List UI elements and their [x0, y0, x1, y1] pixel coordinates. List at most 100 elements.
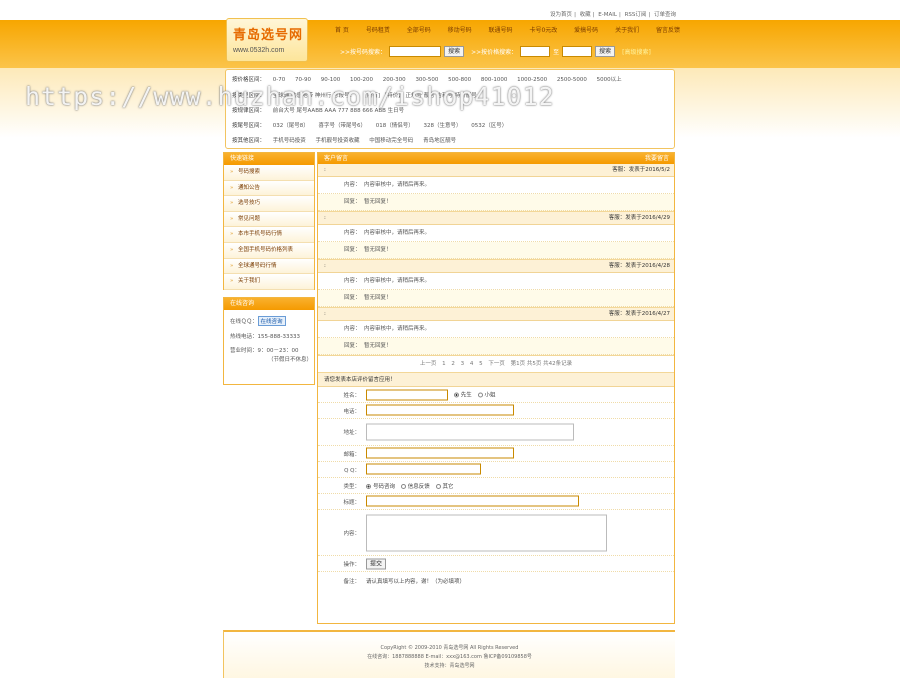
- form-row-address: 地址：: [318, 419, 674, 446]
- qq-input[interactable]: [366, 463, 481, 474]
- filter-tail-item[interactable]: 喜字号（带尾号6）: [319, 123, 367, 129]
- filter-other-item[interactable]: 青岛地区靓号: [423, 138, 456, 144]
- reply-text: 暂无回复！: [364, 295, 392, 301]
- write-message-link[interactable]: 我要留言: [645, 153, 669, 164]
- nav-feedback[interactable]: 留言反馈: [656, 25, 680, 34]
- content-control: [366, 514, 607, 551]
- radio-type-other[interactable]: [435, 483, 441, 489]
- filter-price-item[interactable]: 2500-5000: [557, 77, 587, 83]
- nav-card[interactable]: 卡号0元改: [529, 25, 557, 34]
- filter-other-item[interactable]: 手机靓号投资收藏: [316, 138, 360, 144]
- filter-tail-item[interactable]: 032（尾号8）: [273, 123, 309, 129]
- phone-control: [366, 404, 514, 417]
- radio-type-feedback[interactable]: [400, 483, 406, 489]
- reply-text: 暂无回复！: [364, 343, 392, 349]
- link-rss[interactable]: RSS订阅: [625, 12, 647, 18]
- form-row-name: 姓名： 先生 小姐: [318, 387, 674, 403]
- form-row-qq: Q Q：: [318, 462, 674, 478]
- site-logo[interactable]: 青岛选号网 www.0532h.com: [226, 18, 308, 62]
- message-header: : 客服：发表于2016/5/2: [318, 164, 674, 177]
- reply-text: 暂无回复！: [364, 199, 392, 205]
- search-number-button[interactable]: 搜索: [444, 45, 465, 57]
- search-number-label: >>按号码搜索：: [340, 48, 387, 56]
- nav-about[interactable]: 关于我们: [615, 25, 639, 34]
- form-row-phone: 电话：: [318, 403, 674, 419]
- search-price-button[interactable]: 搜索: [595, 45, 616, 57]
- contact-title: 在线咨询: [224, 298, 314, 310]
- side-item-about[interactable]: 关于我们: [224, 274, 314, 290]
- filter-tail-item[interactable]: 018（情侣号）: [376, 123, 414, 129]
- message-date: 客服：发表于2016/4/29: [608, 215, 670, 221]
- submit-button[interactable]: 提交: [366, 558, 387, 569]
- nav-unicom[interactable]: 联通号码: [489, 25, 513, 34]
- nav-all[interactable]: 全部号码: [407, 25, 431, 34]
- filter-tail-item[interactable]: 328（生意号）: [424, 123, 462, 129]
- action-control: 提交: [366, 558, 387, 569]
- page-number[interactable]: 5: [479, 361, 483, 367]
- qq-chat-button[interactable]: 在线咨询: [257, 316, 286, 326]
- side-item-global-prices[interactable]: 全球通号码行情: [224, 258, 314, 275]
- search-number-input[interactable]: [389, 45, 442, 57]
- filter-tail-item[interactable]: 0532（区号）: [471, 123, 507, 129]
- logo-title: 青岛选号网: [233, 28, 304, 43]
- nav-rent[interactable]: 号码租赁: [366, 25, 390, 34]
- side-item-notice[interactable]: 通知公告: [224, 180, 314, 197]
- name-input[interactable]: [366, 389, 448, 400]
- email-input[interactable]: [366, 447, 514, 458]
- page-number[interactable]: 2: [451, 361, 455, 367]
- nav-mobile[interactable]: 移动号码: [448, 25, 472, 34]
- message-item: : 客服：发表于2016/4/28 内容： 内容审核中，请稍后再来。 回复： 暂无…: [318, 260, 674, 308]
- content-text: 内容审核中，请稍后再来。: [364, 326, 431, 332]
- name-control: 先生 小姐: [366, 389, 496, 400]
- nav-home[interactable]: 首 页: [335, 25, 349, 34]
- page-next[interactable]: 下一页: [488, 361, 505, 367]
- filter-price-item[interactable]: 5000以上: [597, 77, 622, 83]
- side-item-local-prices[interactable]: 本市手机号码行情: [224, 227, 314, 243]
- filter-other-item[interactable]: 中国移动完全号码: [369, 138, 413, 144]
- page-number[interactable]: 1: [442, 361, 446, 367]
- link-order[interactable]: 订单查询: [654, 12, 676, 18]
- content-textarea[interactable]: [366, 514, 607, 551]
- link-email[interactable]: E-MAIL: [598, 12, 617, 18]
- phone-input[interactable]: [366, 404, 514, 415]
- address-label: 地址：: [343, 430, 360, 436]
- nav-special[interactable]: 爱搞号码: [574, 25, 598, 34]
- phone-number: 155-888-33333: [257, 334, 300, 340]
- price-to-label: 至: [553, 48, 560, 56]
- price-max-input[interactable]: [562, 45, 593, 57]
- page-number[interactable]: 4: [470, 361, 474, 367]
- radio-type-number[interactable]: [366, 483, 371, 489]
- subject-input[interactable]: [366, 495, 579, 506]
- form-row-action: 操作： 提交: [318, 556, 674, 572]
- filter-other-item[interactable]: 手机号码投资: [273, 138, 306, 144]
- link-homepage[interactable]: 设为首页: [550, 12, 572, 18]
- watermark: https://www.huzhan.com/ishop41012: [25, 82, 555, 111]
- female-label: 小姐: [484, 392, 496, 398]
- message-item: : 客服：发表于2016/4/27 内容： 内容审核中，请稍后再来。 回复： 暂无…: [318, 308, 674, 356]
- note-control: 请认真填写以上内容，谢！（为必填项）: [366, 577, 465, 585]
- phone-field-label: 电话：: [343, 408, 360, 415]
- qq-control: [366, 463, 481, 476]
- footer-contact: 在线咨询：1887888888 E-mail：xxx@163.com 鲁ICP备…: [367, 654, 532, 660]
- radio-female[interactable]: [477, 392, 483, 397]
- price-min-input[interactable]: [520, 45, 551, 57]
- side-item-search[interactable]: 号码搜索: [224, 165, 314, 181]
- radio-male[interactable]: [453, 392, 459, 397]
- page-prev[interactable]: 上一页: [420, 361, 437, 367]
- page-number[interactable]: 3: [461, 361, 465, 367]
- qq-field-label: Q Q：: [344, 467, 360, 474]
- guestbook-header: 客户留言 我要留言: [318, 153, 674, 164]
- side-item-tips[interactable]: 选号技巧: [224, 196, 314, 212]
- side-item-national-prices[interactable]: 全国手机号码价格列表: [224, 242, 314, 259]
- phone-label: 热线电话：: [230, 334, 258, 340]
- address-textarea[interactable]: [366, 423, 574, 441]
- form-title: 请您发表本店评价留言应用！: [318, 373, 674, 387]
- address-control: [366, 423, 574, 441]
- email-control: [366, 447, 514, 460]
- type-number-label: 号码咨询: [373, 483, 396, 490]
- qq-label: 在线ＱＱ：: [230, 319, 258, 325]
- advanced-search-link[interactable]: [高级搜索]: [622, 47, 651, 56]
- link-favorite[interactable]: 收藏: [580, 12, 591, 18]
- side-item-faq[interactable]: 常见问题: [224, 211, 314, 228]
- form-row-note: 备注： 请认真填写以上内容，谢！（为必填项）: [318, 572, 674, 590]
